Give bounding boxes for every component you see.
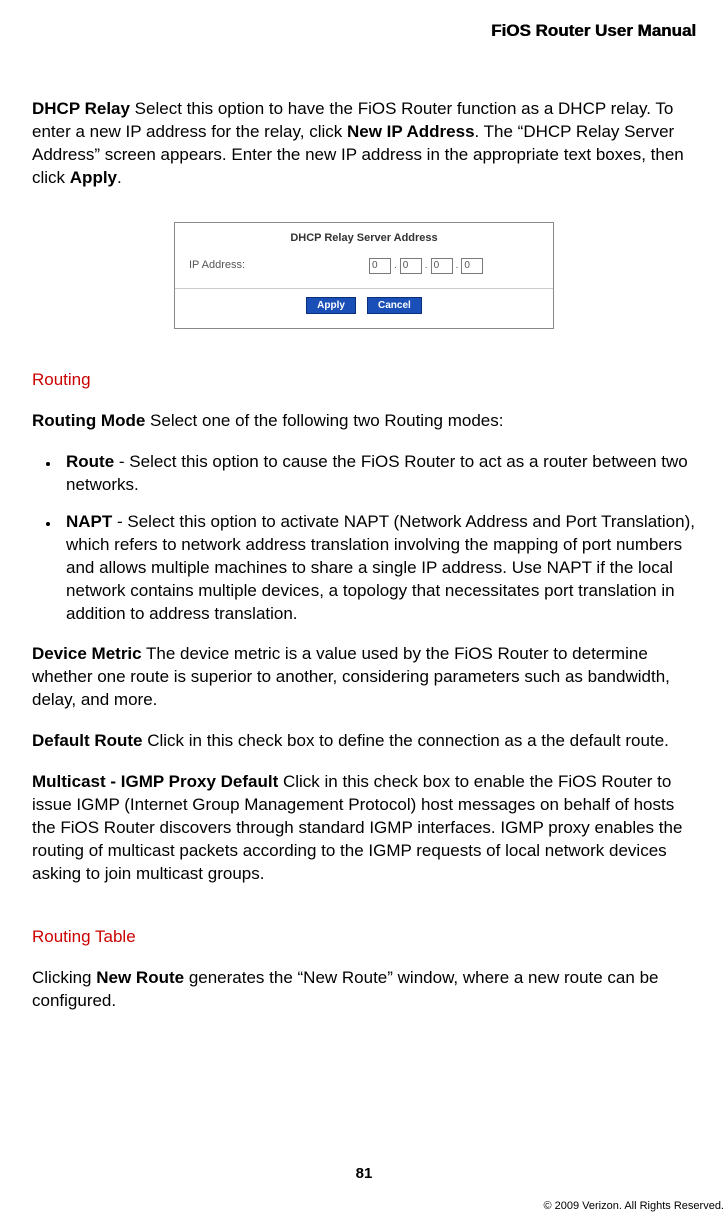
figure-title: DHCP Relay Server Address (175, 231, 553, 246)
multicast-label: Multicast - IGMP Proxy Default (32, 772, 278, 791)
new-route-label: New Route (96, 968, 184, 987)
ip-address-label: IP Address: (189, 258, 369, 273)
route-list-item: Route - Select this option to cause the … (60, 451, 696, 497)
routing-mode-label: Routing Mode (32, 411, 145, 430)
page-number: 81 (0, 1164, 728, 1184)
text: - Select this option to activate NAPT (N… (66, 512, 695, 623)
ip-address-input-group: 0 . 0 . 0 . 0 (369, 258, 483, 274)
default-route-paragraph: Default Route Click in this check box to… (32, 730, 696, 753)
napt-list-item: NAPT - Select this option to activate NA… (60, 511, 696, 626)
dhcp-relay-label: DHCP Relay (32, 99, 130, 118)
text: . (117, 168, 122, 187)
ip-octet-1[interactable]: 0 (369, 258, 391, 274)
copyright: © 2009 Verizon. All Rights Reserved. (543, 1199, 724, 1214)
dhcp-relay-figure: DHCP Relay Server Address IP Address: 0 … (174, 222, 554, 329)
apply-label: Apply (70, 168, 117, 187)
page-header: FiOS Router User Manual (32, 20, 696, 43)
cancel-button[interactable]: Cancel (367, 297, 422, 315)
dhcp-relay-paragraph: DHCP Relay Select this option to have th… (32, 98, 696, 190)
routing-table-heading: Routing Table (32, 926, 696, 949)
text: - Select this option to cause the FiOS R… (66, 452, 688, 494)
dot: . (424, 259, 429, 273)
ip-octet-4[interactable]: 0 (461, 258, 483, 274)
multicast-paragraph: Multicast - IGMP Proxy Default Click in … (32, 771, 696, 886)
default-route-label: Default Route (32, 731, 143, 750)
ip-octet-2[interactable]: 0 (400, 258, 422, 274)
routing-table-paragraph: Clicking New Route generates the “New Ro… (32, 967, 696, 1013)
device-metric-paragraph: Device Metric The device metric is a val… (32, 643, 696, 712)
text: Select one of the following two Routing … (145, 411, 503, 430)
text: Click in this check box to define the co… (143, 731, 669, 750)
ip-octet-3[interactable]: 0 (431, 258, 453, 274)
apply-button[interactable]: Apply (306, 297, 356, 315)
dot: . (393, 259, 398, 273)
device-metric-label: Device Metric (32, 644, 142, 663)
dot: . (455, 259, 460, 273)
routing-heading: Routing (32, 369, 696, 392)
routing-mode-paragraph: Routing Mode Select one of the following… (32, 410, 696, 433)
napt-label: NAPT (66, 512, 112, 531)
new-ip-address-label: New IP Address (347, 122, 475, 141)
text: Clicking (32, 968, 96, 987)
route-label: Route (66, 452, 114, 471)
